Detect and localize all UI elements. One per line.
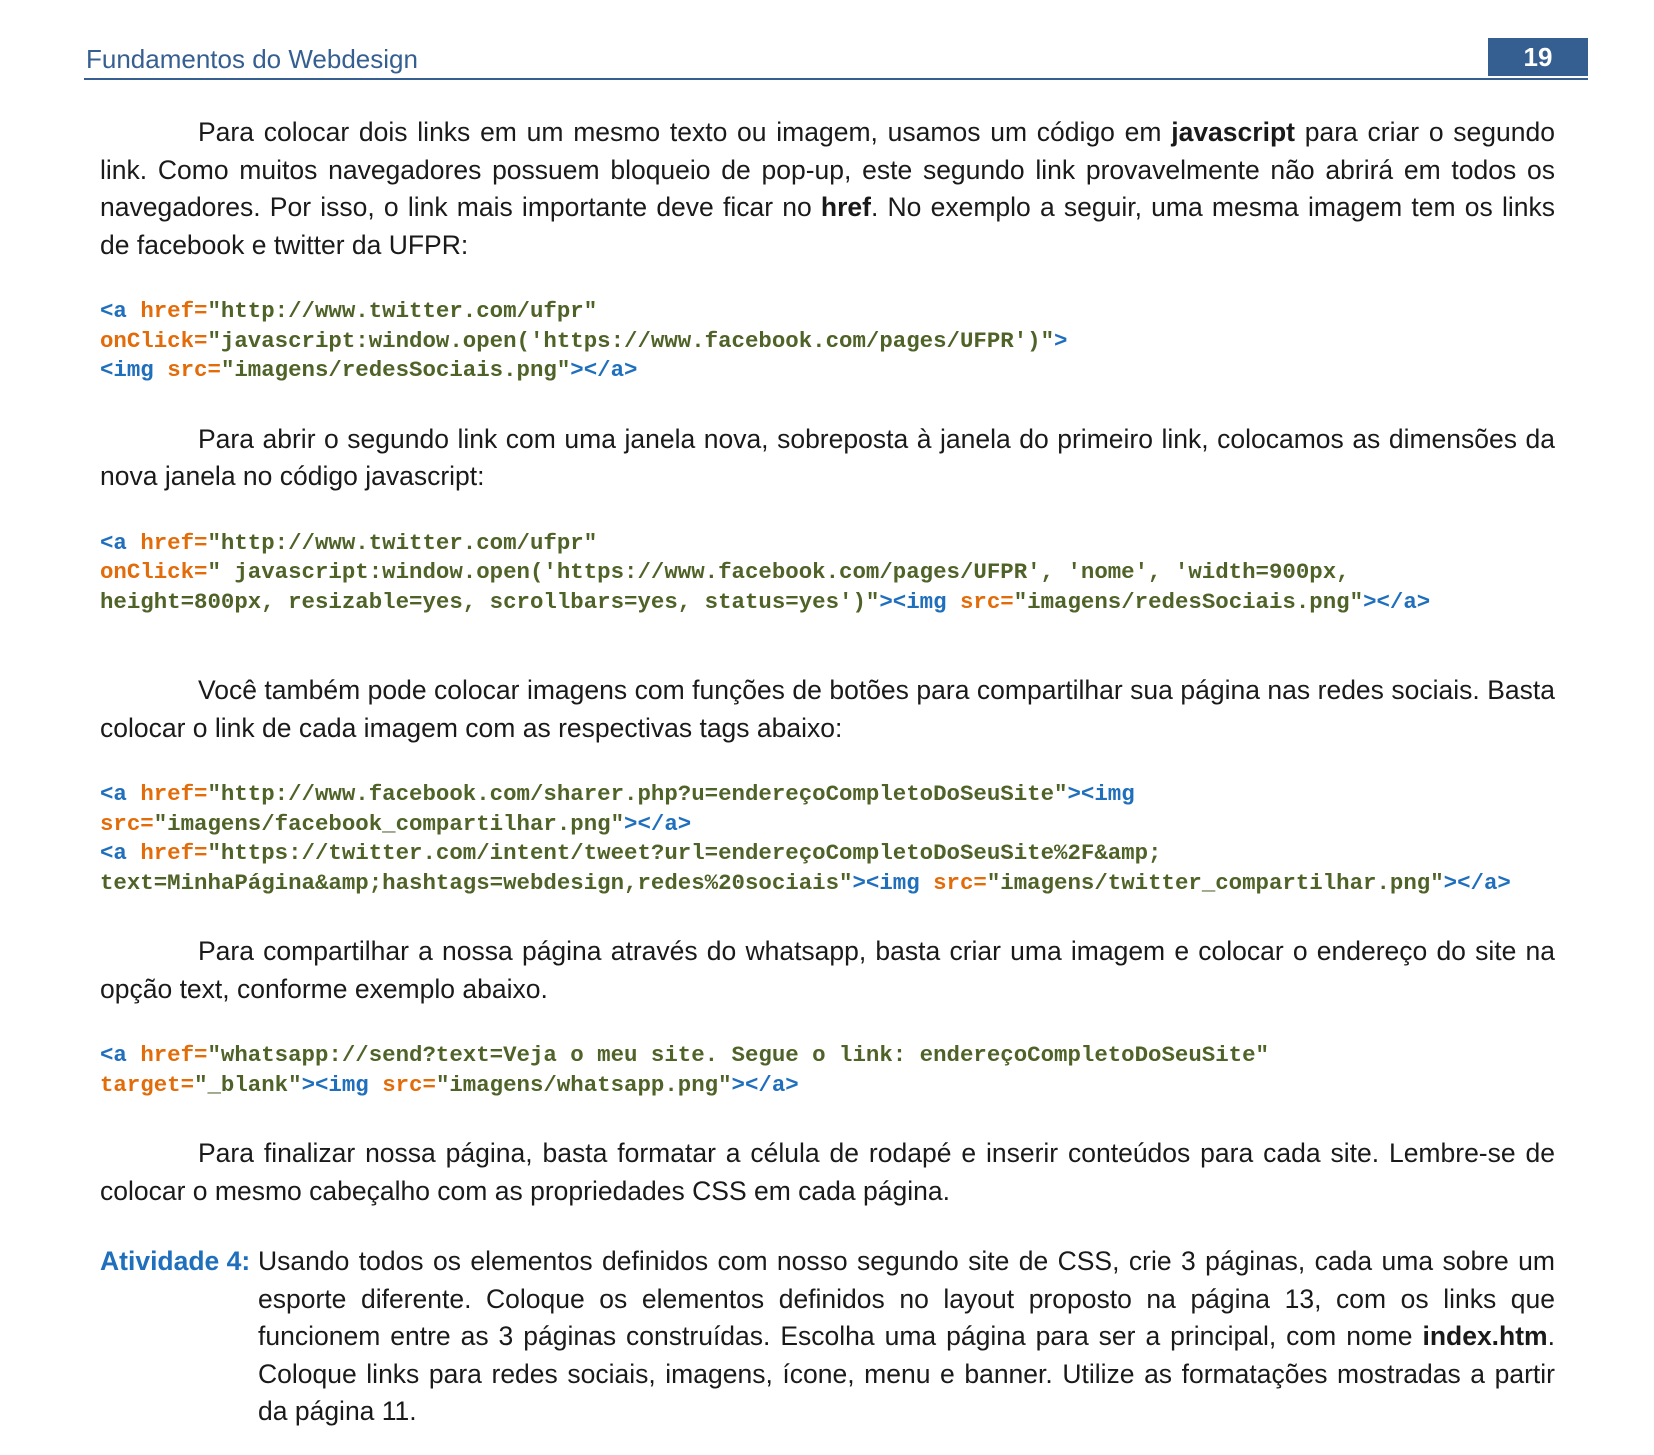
bold-index: index.htm xyxy=(1422,1321,1548,1351)
code-block-1: <a href="http://www.twitter.com/ufpr" onC… xyxy=(100,297,1555,386)
code-value: height=800px, resizable=yes, scrollbars=… xyxy=(100,588,880,615)
code-attr: onClick= xyxy=(100,327,208,354)
code-line: <a href="https://twitter.com/intent/twee… xyxy=(100,839,1555,869)
code-tag: ><img xyxy=(1067,781,1135,807)
code-tag: ></a> xyxy=(624,810,692,837)
code-attr: href= xyxy=(140,298,208,324)
code-attr: href= xyxy=(140,781,208,807)
code-value: "imagens/whatsapp.png" xyxy=(435,1071,732,1098)
text: Para colocar dois links em um mesmo text… xyxy=(198,117,1172,147)
code-block-2: <a href="http://www.twitter.com/ufpr" onC… xyxy=(100,529,1555,618)
activity-block: Atividade 4: Usando todos os elementos d… xyxy=(100,1243,1555,1431)
paragraph-whatsapp: Para compartilhar a nossa página através… xyxy=(100,933,1555,1008)
code-value: "http://www.twitter.com/ufpr" xyxy=(207,529,598,556)
code-attr: src= xyxy=(100,810,154,837)
code-line: <a href="whatsapp://send?text=Veja o meu… xyxy=(100,1041,1555,1071)
code-tag: ><img xyxy=(879,588,960,615)
code-line: text=MinhaPágina&amp;hashtags=webdesign,… xyxy=(100,869,1555,899)
code-tag: ></a> xyxy=(1443,869,1511,896)
page-number: 19 xyxy=(1488,38,1588,76)
code-tag: ><img xyxy=(852,869,934,896)
text: Você também pode colocar imagens com fun… xyxy=(100,675,1555,743)
text: Usando todos os elementos definidos com … xyxy=(258,1246,1555,1351)
code-value: "whatsapp://send?text=Veja o meu site. S… xyxy=(207,1042,1270,1068)
paragraph-two-links: Para colocar dois links em um mesmo text… xyxy=(100,114,1555,264)
activity-label: Atividade 4: xyxy=(100,1246,251,1276)
code-value: "imagens/facebook_compartilhar.png" xyxy=(153,810,625,837)
text: Para finalizar nossa página, basta forma… xyxy=(100,1138,1555,1206)
code-tag: ></a> xyxy=(570,357,638,383)
code-tag: <a xyxy=(100,298,141,324)
code-attr: src= xyxy=(167,357,221,383)
bold-javascript: javascript xyxy=(1171,117,1295,147)
bold-href: href xyxy=(820,192,871,222)
code-tag: <a xyxy=(100,840,141,866)
paragraph-share-buttons: Você também pode colocar imagens com fun… xyxy=(100,672,1555,747)
paragraph-new-window: Para abrir o segundo link com uma janela… xyxy=(100,421,1555,496)
text: Para compartilhar a nossa página através… xyxy=(100,936,1555,1004)
code-attr: src= xyxy=(933,869,987,896)
code-tag: > xyxy=(1054,327,1068,354)
code-value: " javascript:window.open('https://www.fa… xyxy=(207,559,1350,585)
paragraph-finalize: Para finalizar nossa página, basta forma… xyxy=(100,1135,1555,1210)
code-line: <a href="http://www.facebook.com/sharer.… xyxy=(100,780,1555,810)
text: Para abrir o segundo link com uma janela… xyxy=(100,423,1555,492)
code-value: "http://www.twitter.com/ufpr" xyxy=(207,298,598,324)
code-tag: ></a> xyxy=(1363,588,1431,615)
code-line: <a href="http://www.twitter.com/ufpr" xyxy=(100,529,1555,559)
code-block-3: <a href="http://www.facebook.com/sharer.… xyxy=(100,780,1555,898)
code-attr: src= xyxy=(959,588,1014,615)
code-line: onClick="javascript:window.open('https:/… xyxy=(100,327,1555,357)
code-tag: ></a> xyxy=(731,1071,799,1098)
page-header: Fundamentos do Webdesign 19 xyxy=(84,38,1588,80)
code-tag: ><img xyxy=(301,1071,383,1098)
code-tag: <a xyxy=(100,781,141,807)
code-line: target="_blank"><img src="imagens/whatsa… xyxy=(100,1071,1555,1101)
page-content: Para colocar dois links em um mesmo text… xyxy=(100,114,1555,1431)
code-value: "imagens/twitter_compartilhar.png" xyxy=(986,869,1444,896)
header-title: Fundamentos do Webdesign xyxy=(86,44,418,74)
code-value: text=MinhaPágina&amp;hashtags=webdesign,… xyxy=(100,869,853,896)
code-line: <a href="http://www.twitter.com/ufpr" xyxy=(100,297,1555,327)
code-attr: href= xyxy=(140,1042,208,1068)
code-attr: href= xyxy=(140,529,208,556)
code-value: "javascript:window.open('https://www.fac… xyxy=(207,327,1055,354)
code-attr: href= xyxy=(140,840,208,866)
code-tag: <a xyxy=(100,1042,141,1068)
code-tag: <img xyxy=(100,357,168,383)
code-line: height=800px, resizable=yes, scrollbars=… xyxy=(100,588,1555,618)
code-value: "imagens/redesSociais.png" xyxy=(1013,588,1364,615)
code-line: onClick=" javascript:window.open('https:… xyxy=(100,558,1555,588)
code-attr: src= xyxy=(382,1071,436,1098)
code-line: <img src="imagens/redesSociais.png"></a> xyxy=(100,356,1555,386)
code-attr: onClick= xyxy=(100,559,208,585)
activity-text: Usando todos os elementos definidos com … xyxy=(258,1243,1555,1431)
code-attr: target= xyxy=(100,1071,195,1098)
code-line: src="imagens/facebook_compartilhar.png">… xyxy=(100,810,1555,840)
code-block-4: <a href="whatsapp://send?text=Veja o meu… xyxy=(100,1041,1555,1100)
code-value: "http://www.facebook.com/sharer.php?u=en… xyxy=(207,781,1068,807)
code-value: "https://twitter.com/intent/tweet?url=en… xyxy=(207,840,1162,866)
code-tag: <a xyxy=(100,529,141,556)
code-value: "_blank" xyxy=(194,1071,302,1098)
code-value: "imagens/redesSociais.png" xyxy=(220,357,571,383)
